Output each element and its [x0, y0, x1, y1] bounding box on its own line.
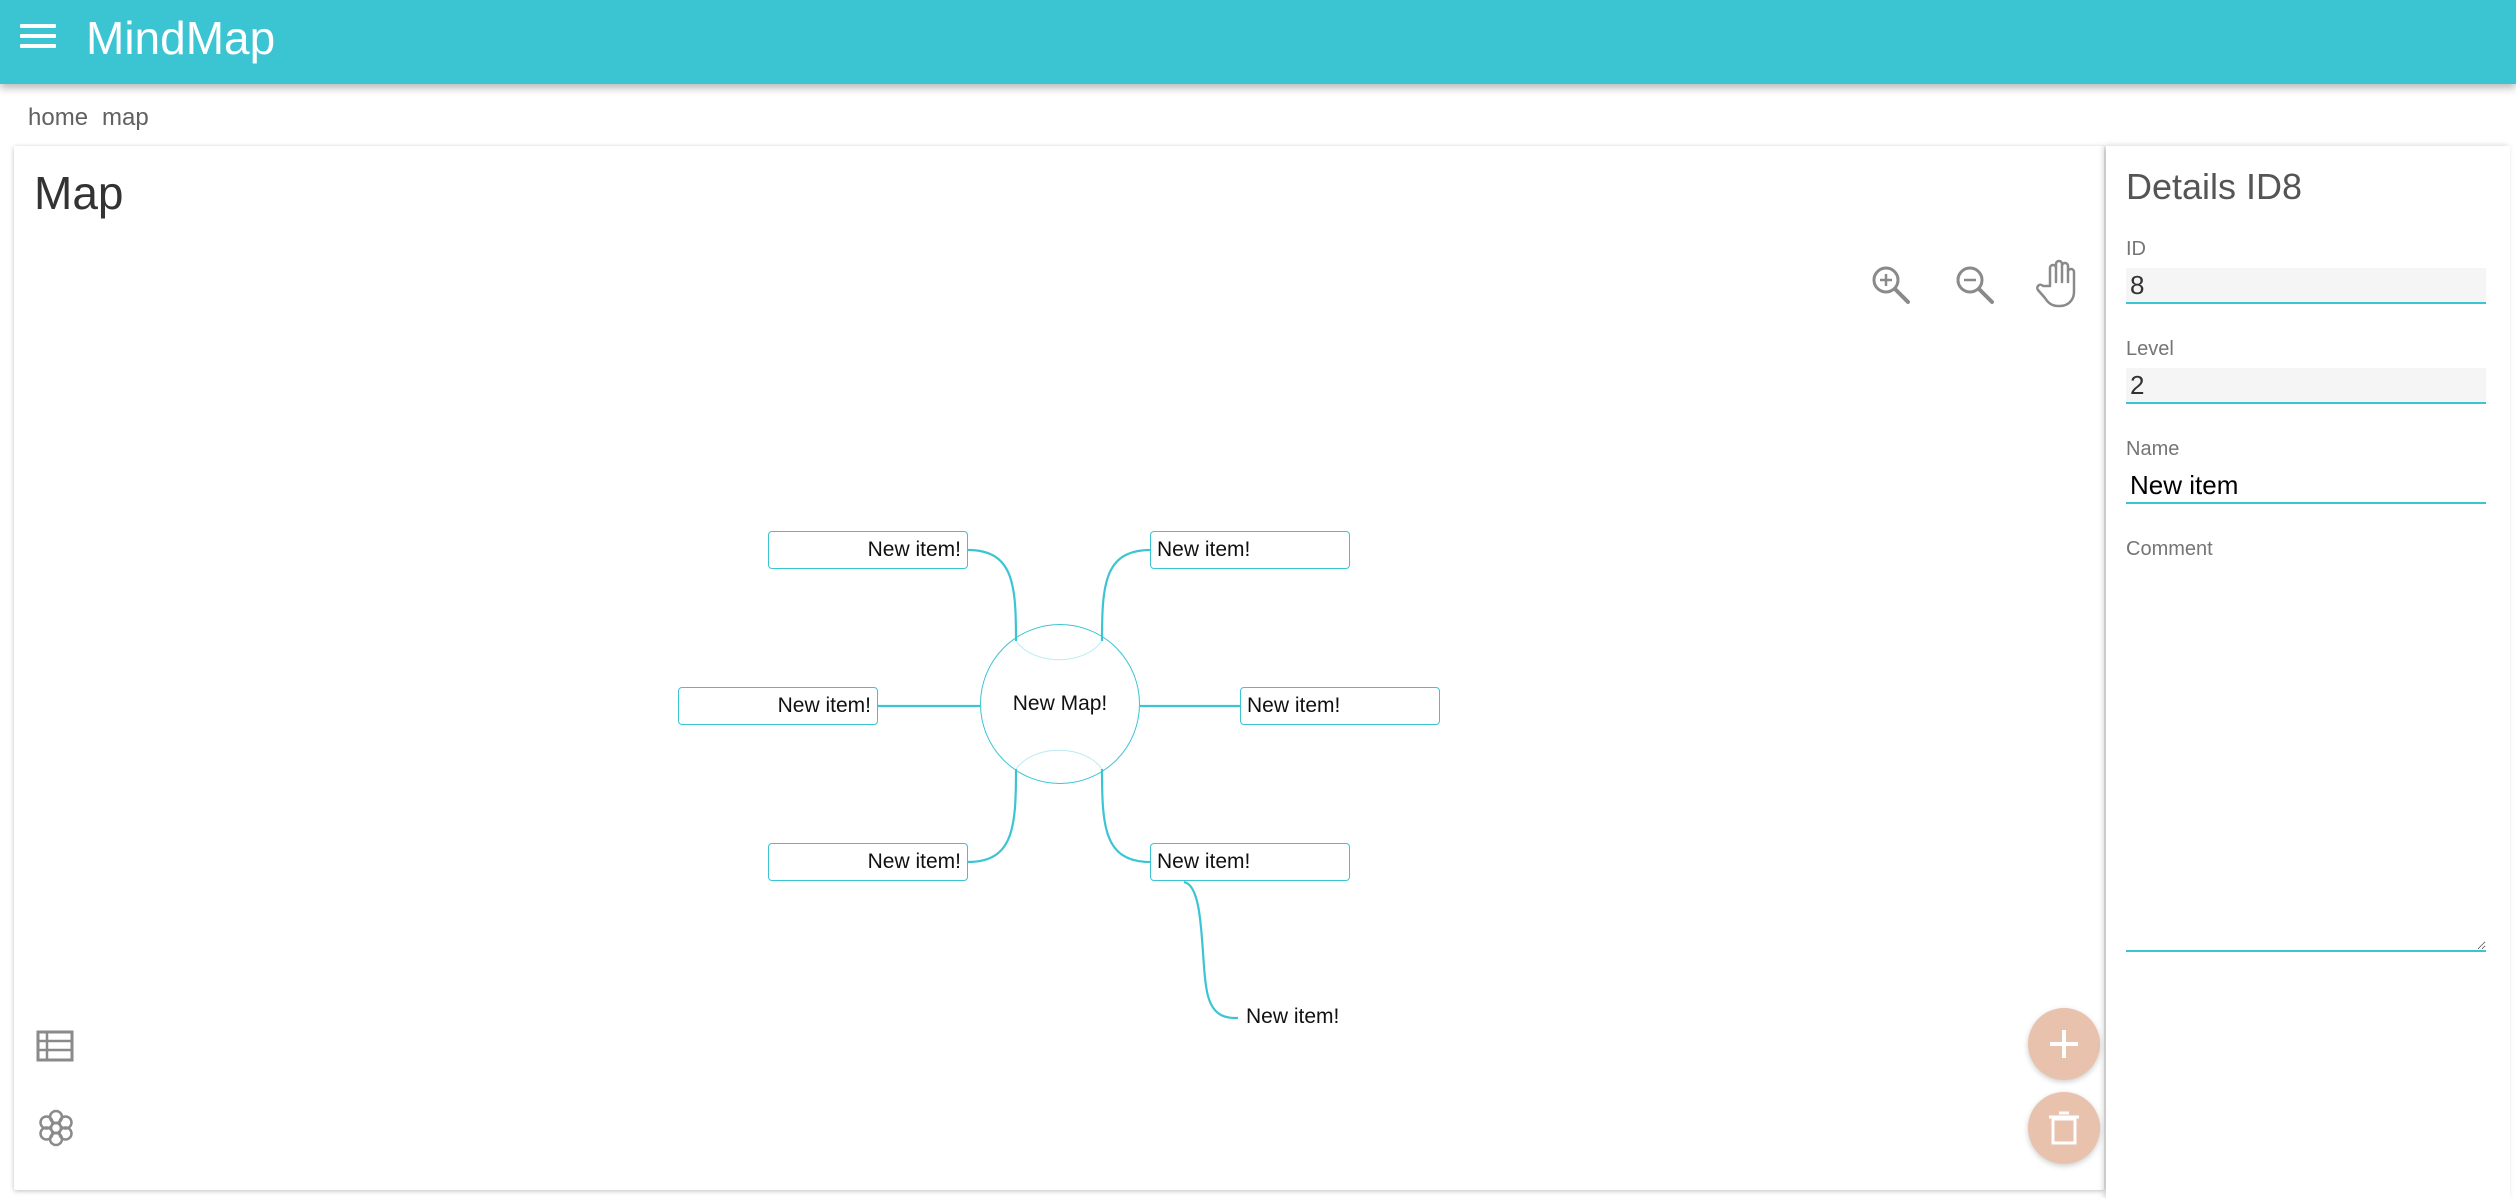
- map-node-mid-left[interactable]: New item!: [678, 687, 878, 725]
- add-icon: [2050, 1030, 2078, 1058]
- level-label: Level: [2126, 338, 2174, 360]
- map-node-top-right[interactable]: New item!: [1150, 531, 1350, 569]
- map-node-top-left[interactable]: New item!: [768, 531, 968, 569]
- map-node-child[interactable]: New item!: [1240, 999, 1440, 1037]
- map-root-node[interactable]: New Map!: [980, 624, 1140, 784]
- map-node-mid-right[interactable]: New item!: [1240, 687, 1440, 725]
- level-field[interactable]: [2126, 368, 2486, 404]
- id-field[interactable]: [2126, 268, 2486, 304]
- name-field[interactable]: [2126, 468, 2486, 504]
- breadcrumb-map[interactable]: map: [102, 104, 149, 131]
- add-button[interactable]: [2028, 1008, 2100, 1080]
- delete-icon: [2049, 1111, 2079, 1145]
- details-title: Details ID8: [2126, 166, 2303, 207]
- details-panel: Details ID8 ID Level Name Comment: [2106, 146, 2510, 1198]
- name-label: Name: [2126, 438, 2180, 460]
- comment-field[interactable]: [2126, 562, 2486, 952]
- list-icon[interactable]: [34, 1024, 78, 1068]
- flower-icon[interactable]: [34, 1106, 78, 1150]
- id-label: ID: [2126, 238, 2146, 260]
- comment-label: Comment: [2126, 538, 2213, 560]
- menu-icon[interactable]: [18, 20, 62, 60]
- app-title: MindMap: [86, 12, 276, 64]
- map-node-bottom-right[interactable]: New item!: [1150, 843, 1350, 881]
- map-card: Map New Map! New item! New item! New ite…: [14, 146, 2104, 1190]
- delete-button[interactable]: [2028, 1092, 2100, 1164]
- breadcrumb-home[interactable]: home: [28, 104, 88, 131]
- app-toolbar: MindMap: [0, 0, 2516, 84]
- breadcrumb: home map: [28, 104, 163, 132]
- map-node-bottom-left[interactable]: New item!: [768, 843, 968, 881]
